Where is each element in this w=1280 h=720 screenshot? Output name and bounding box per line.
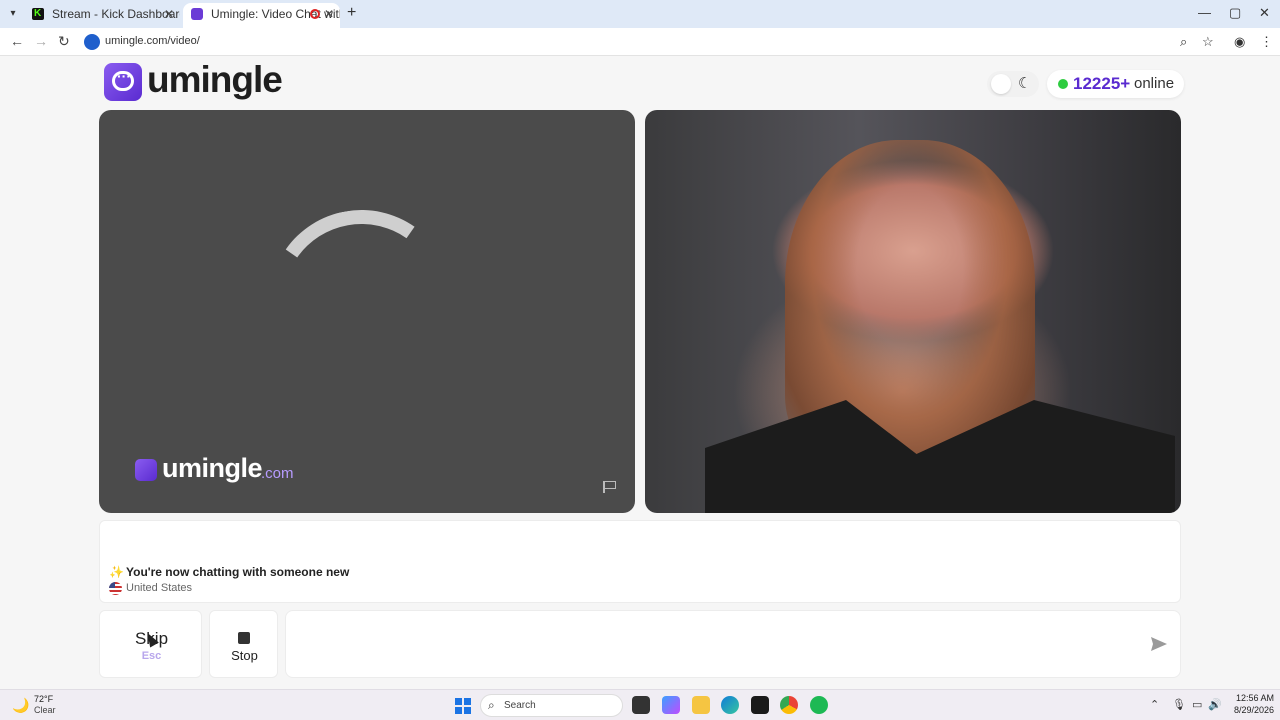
bookmark-star-icon[interactable]: ☆ <box>1202 34 1214 50</box>
chat-system-message: You're now chatting with someone new <box>126 565 350 579</box>
watermark-name: umingle <box>162 453 263 483</box>
logo-text: umingle <box>147 59 283 100</box>
watermark-suffix: .com <box>261 465 294 482</box>
spotify-icon[interactable] <box>810 696 828 714</box>
search-icon: ⌕ <box>488 698 495 712</box>
taskbar-search[interactable]: ⌕ Search <box>480 694 623 717</box>
file-explorer-icon[interactable] <box>692 696 710 714</box>
umingle-favicon-icon <box>191 8 203 20</box>
address-bar[interactable]: umingle.com/video/ <box>105 35 200 47</box>
weather-moon-icon[interactable]: 🌙 <box>12 697 29 714</box>
browser-tabstrip: ▾ Stream - Kick Dashboard ✕ Umingle: Vid… <box>0 0 1280 28</box>
chat-log: ✨ You're now chatting with someone new U… <box>99 520 1181 603</box>
online-count-badge: 12225+ online <box>1047 70 1184 98</box>
tab-title: Stream - Kick Dashboard <box>52 7 180 21</box>
forward-icon[interactable]: → <box>34 33 48 49</box>
tab-list-icon[interactable]: ▾ <box>5 6 21 22</box>
tab-title: Umingle: Video Chat with S <box>211 7 340 21</box>
profile-icon[interactable]: ◉ <box>1234 34 1245 50</box>
network-icon[interactable]: ▭ <box>1192 698 1202 711</box>
windows-taskbar: 🌙 72°F Clear ⌕ Search ⌃ 🎙 ▭ 🔊 12:56 AM 8… <box>0 689 1280 720</box>
watermark-logo-icon <box>135 459 157 481</box>
chrome-icon[interactable] <box>780 696 798 714</box>
theme-toggle[interactable]: ☾ <box>987 71 1039 97</box>
loading-spinner-icon <box>254 195 469 410</box>
report-flag-icon[interactable] <box>603 481 617 493</box>
site-info-icon[interactable] <box>84 34 100 50</box>
sparkle-icon: ✨ <box>109 565 124 579</box>
tab-kick-dashboard[interactable]: Stream - Kick Dashboard ✕ <box>24 3 180 28</box>
edge-icon[interactable] <box>721 696 739 714</box>
stranger-video: umingle .com <box>99 110 635 513</box>
tray-overflow-icon[interactable]: ⌃ <box>1150 698 1159 711</box>
self-video <box>645 110 1181 513</box>
close-window-icon[interactable]: ✕ <box>1259 5 1270 21</box>
maximize-icon[interactable]: ▢ <box>1229 5 1241 21</box>
weather-description[interactable]: Clear <box>34 705 56 715</box>
chat-bubble-logo-icon <box>104 63 142 101</box>
taskbar-search-label: Search <box>504 700 536 711</box>
clock-date[interactable]: 8/29/2026 <box>1220 705 1274 715</box>
recording-icon <box>310 9 320 19</box>
microphone-icon[interactable]: 🎙 <box>1172 698 1186 711</box>
online-count: 12225+ <box>1073 74 1131 93</box>
task-view-icon[interactable] <box>632 696 650 714</box>
clock-time[interactable]: 12:56 AM <box>1220 693 1274 703</box>
close-tab-icon[interactable]: ✕ <box>164 3 174 25</box>
theme-toggle-knob <box>991 74 1011 94</box>
browser-toolbar: ← → ↻ umingle.com/video/ ⌕ ☆ ◉ ⋮ <box>0 28 1280 56</box>
online-status-dot-icon <box>1058 79 1068 89</box>
minimize-icon[interactable]: — <box>1198 5 1211 20</box>
message-input[interactable] <box>285 610 1181 678</box>
partner-country: United States <box>126 582 193 594</box>
reload-icon[interactable]: ↻ <box>58 33 70 50</box>
online-label: online <box>1134 75 1175 92</box>
moon-icon: ☾ <box>1018 75 1032 92</box>
stop-icon <box>238 632 250 644</box>
stop-button[interactable]: Stop <box>209 610 278 678</box>
close-tab-icon[interactable]: ✕ <box>324 3 334 25</box>
menu-icon[interactable]: ⋮ <box>1260 34 1273 50</box>
kick-favicon-icon <box>32 3 44 25</box>
us-flag-icon <box>109 582 122 595</box>
skip-shortcut-hint: Esc <box>141 650 162 662</box>
weather-temperature[interactable]: 72°F <box>34 694 53 704</box>
new-tab-icon[interactable]: + <box>347 4 356 22</box>
copilot-icon[interactable] <box>662 696 680 714</box>
tab-umingle[interactable]: Umingle: Video Chat with S ✕ <box>183 3 340 28</box>
send-icon[interactable] <box>1150 636 1168 652</box>
windows-start-icon[interactable] <box>455 698 471 714</box>
terminal-app-icon[interactable] <box>751 696 769 714</box>
zoom-icon[interactable]: ⌕ <box>1180 34 1187 50</box>
stop-label: Stop <box>231 648 258 663</box>
back-icon[interactable]: ← <box>10 33 24 49</box>
